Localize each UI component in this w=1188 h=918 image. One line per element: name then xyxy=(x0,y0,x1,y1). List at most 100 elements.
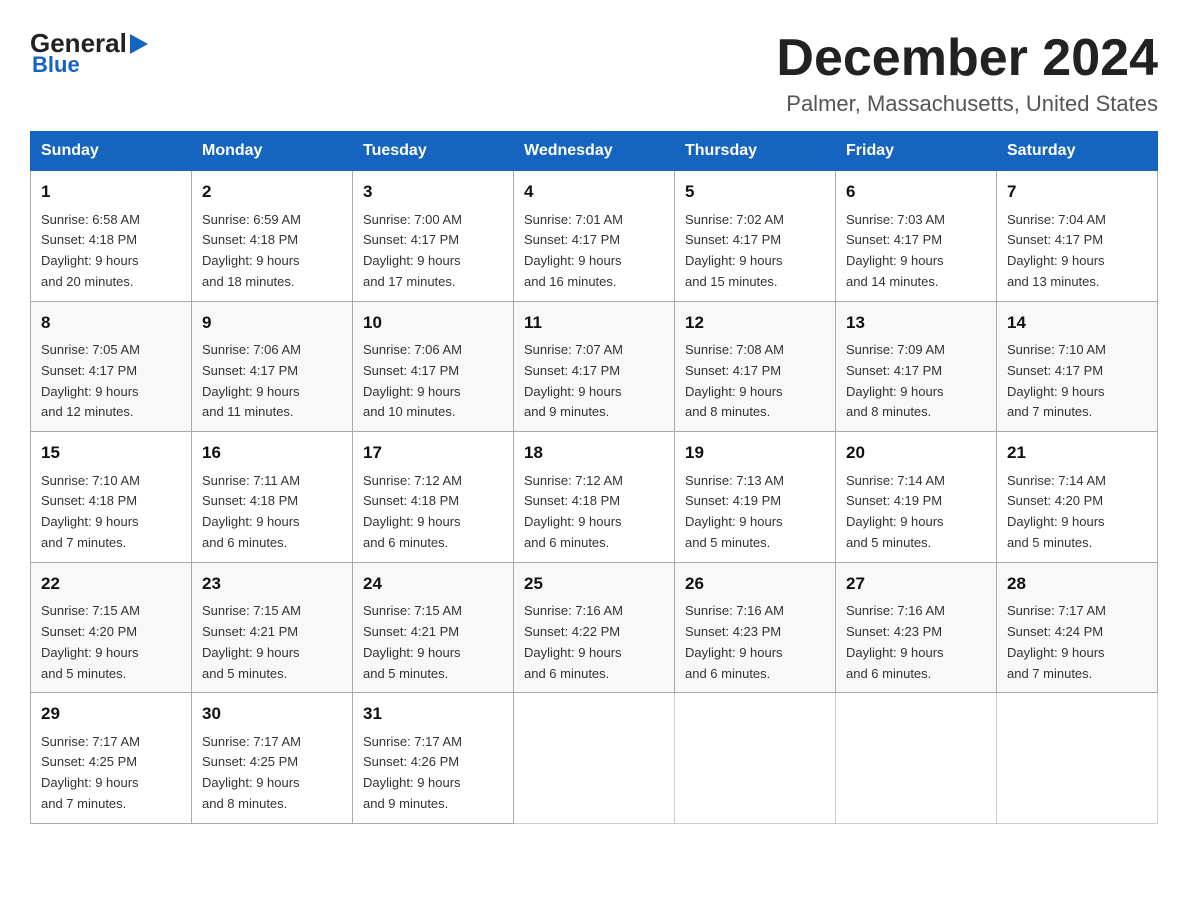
logo-blue-text: Blue xyxy=(32,52,80,78)
calendar-week-1: 1 Sunrise: 6:58 AMSunset: 4:18 PMDaylight… xyxy=(31,171,1158,302)
day-number: 21 xyxy=(1007,440,1147,466)
day-number: 6 xyxy=(846,179,986,205)
day-number: 13 xyxy=(846,310,986,336)
day-number: 19 xyxy=(685,440,825,466)
day-info: Sunrise: 7:14 AMSunset: 4:20 PMDaylight:… xyxy=(1007,471,1147,554)
day-number: 31 xyxy=(363,701,503,727)
day-number: 30 xyxy=(202,701,342,727)
day-info: Sunrise: 7:11 AMSunset: 4:18 PMDaylight:… xyxy=(202,471,342,554)
calendar-day-21: 21 Sunrise: 7:14 AMSunset: 4:20 PMDayligh… xyxy=(997,432,1158,563)
day-info: Sunrise: 7:10 AMSunset: 4:18 PMDaylight:… xyxy=(41,471,181,554)
calendar-day-17: 17Sunrise: 7:12 AMSunset: 4:18 PMDayligh… xyxy=(353,432,514,563)
calendar-day-24: 24Sunrise: 7:15 AMSunset: 4:21 PMDayligh… xyxy=(353,562,514,693)
calendar-day-6: 6 Sunrise: 7:03 AMSunset: 4:17 PMDaylight… xyxy=(836,171,997,302)
day-info: Sunrise: 7:14 AMSunset: 4:19 PMDaylight:… xyxy=(846,471,986,554)
day-info: Sunrise: 6:59 AMSunset: 4:18 PMDaylight:… xyxy=(202,210,342,293)
day-info: Sunrise: 7:10 AMSunset: 4:17 PMDaylight:… xyxy=(1007,340,1147,423)
day-number: 18 xyxy=(524,440,664,466)
header-day-monday: Monday xyxy=(192,132,353,171)
calendar-day-19: 19 Sunrise: 7:13 AMSunset: 4:19 PMDayligh… xyxy=(675,432,836,563)
day-info: Sunrise: 7:09 AMSunset: 4:17 PMDaylight:… xyxy=(846,340,986,423)
month-title: December 2024 xyxy=(776,30,1158,87)
header-day-saturday: Saturday xyxy=(997,132,1158,171)
empty-cell xyxy=(997,693,1158,824)
calendar-day-16: 16 Sunrise: 7:11 AMSunset: 4:18 PMDayligh… xyxy=(192,432,353,563)
header-day-tuesday: Tuesday xyxy=(353,132,514,171)
day-info: Sunrise: 7:17 AMSunset: 4:25 PMDaylight:… xyxy=(202,732,342,815)
calendar-day-10: 10Sunrise: 7:06 AMSunset: 4:17 PMDayligh… xyxy=(353,301,514,432)
day-info: Sunrise: 6:58 AMSunset: 4:18 PMDaylight:… xyxy=(41,210,181,293)
day-info: Sunrise: 7:04 AMSunset: 4:17 PMDaylight:… xyxy=(1007,210,1147,293)
header-day-friday: Friday xyxy=(836,132,997,171)
calendar-day-25: 25 Sunrise: 7:16 AMSunset: 4:22 PMDayligh… xyxy=(514,562,675,693)
day-info: Sunrise: 7:17 AMSunset: 4:26 PMDaylight:… xyxy=(363,732,503,815)
title-block: December 2024 Palmer, Massachusetts, Uni… xyxy=(776,30,1158,117)
header-row: General Blue December 2024 Palmer, Massa… xyxy=(30,30,1158,117)
day-info: Sunrise: 7:12 AMSunset: 4:18 PMDaylight:… xyxy=(524,471,664,554)
day-number: 3 xyxy=(363,179,503,205)
empty-cell xyxy=(514,693,675,824)
day-info: Sunrise: 7:07 AMSunset: 4:17 PMDaylight:… xyxy=(524,340,664,423)
day-info: Sunrise: 7:16 AMSunset: 4:22 PMDaylight:… xyxy=(524,601,664,684)
calendar-day-9: 9 Sunrise: 7:06 AMSunset: 4:17 PMDaylight… xyxy=(192,301,353,432)
day-info: Sunrise: 7:17 AMSunset: 4:24 PMDaylight:… xyxy=(1007,601,1147,684)
day-info: Sunrise: 7:13 AMSunset: 4:19 PMDaylight:… xyxy=(685,471,825,554)
calendar-day-23: 23Sunrise: 7:15 AMSunset: 4:21 PMDayligh… xyxy=(192,562,353,693)
day-number: 15 xyxy=(41,440,181,466)
calendar-day-11: 11 Sunrise: 7:07 AMSunset: 4:17 PMDayligh… xyxy=(514,301,675,432)
logo: General Blue xyxy=(30,30,148,78)
day-number: 8 xyxy=(41,310,181,336)
day-number: 2 xyxy=(202,179,342,205)
header-day-sunday: Sunday xyxy=(31,132,192,171)
day-number: 1 xyxy=(41,179,181,205)
day-info: Sunrise: 7:15 AMSunset: 4:20 PMDaylight:… xyxy=(41,601,181,684)
day-number: 25 xyxy=(524,571,664,597)
calendar-week-4: 22 Sunrise: 7:15 AMSunset: 4:20 PMDayligh… xyxy=(31,562,1158,693)
day-number: 22 xyxy=(41,571,181,597)
calendar-week-5: 29Sunrise: 7:17 AMSunset: 4:25 PMDayligh… xyxy=(31,693,1158,824)
day-info: Sunrise: 7:06 AMSunset: 4:17 PMDaylight:… xyxy=(202,340,342,423)
calendar-day-18: 18 Sunrise: 7:12 AMSunset: 4:18 PMDayligh… xyxy=(514,432,675,563)
day-number: 9 xyxy=(202,310,342,336)
calendar-day-2: 2 Sunrise: 6:59 AMSunset: 4:18 PMDaylight… xyxy=(192,171,353,302)
day-number: 11 xyxy=(524,310,664,336)
day-info: Sunrise: 7:17 AMSunset: 4:25 PMDaylight:… xyxy=(41,732,181,815)
day-info: Sunrise: 7:01 AMSunset: 4:17 PMDaylight:… xyxy=(524,210,664,293)
calendar-day-4: 4 Sunrise: 7:01 AMSunset: 4:17 PMDaylight… xyxy=(514,171,675,302)
day-info: Sunrise: 7:06 AMSunset: 4:17 PMDaylight:… xyxy=(363,340,503,423)
calendar-day-7: 7 Sunrise: 7:04 AMSunset: 4:17 PMDaylight… xyxy=(997,171,1158,302)
calendar-day-22: 22 Sunrise: 7:15 AMSunset: 4:20 PMDayligh… xyxy=(31,562,192,693)
calendar-day-20: 20 Sunrise: 7:14 AMSunset: 4:19 PMDayligh… xyxy=(836,432,997,563)
calendar-day-28: 28Sunrise: 7:17 AMSunset: 4:24 PMDayligh… xyxy=(997,562,1158,693)
calendar-day-5: 5 Sunrise: 7:02 AMSunset: 4:17 PMDaylight… xyxy=(675,171,836,302)
day-number: 20 xyxy=(846,440,986,466)
calendar-day-3: 3 Sunrise: 7:00 AMSunset: 4:17 PMDaylight… xyxy=(353,171,514,302)
calendar-day-26: 26Sunrise: 7:16 AMSunset: 4:23 PMDayligh… xyxy=(675,562,836,693)
logo-triangle-icon xyxy=(130,34,148,54)
day-info: Sunrise: 7:16 AMSunset: 4:23 PMDaylight:… xyxy=(846,601,986,684)
header-row-days: SundayMondayTuesdayWednesdayThursdayFrid… xyxy=(31,132,1158,171)
day-number: 14 xyxy=(1007,310,1147,336)
day-info: Sunrise: 7:08 AMSunset: 4:17 PMDaylight:… xyxy=(685,340,825,423)
calendar-day-29: 29Sunrise: 7:17 AMSunset: 4:25 PMDayligh… xyxy=(31,693,192,824)
day-info: Sunrise: 7:00 AMSunset: 4:17 PMDaylight:… xyxy=(363,210,503,293)
day-info: Sunrise: 7:03 AMSunset: 4:17 PMDaylight:… xyxy=(846,210,986,293)
day-number: 27 xyxy=(846,571,986,597)
page: General Blue December 2024 Palmer, Massa… xyxy=(0,0,1188,844)
calendar-day-27: 27 Sunrise: 7:16 AMSunset: 4:23 PMDayligh… xyxy=(836,562,997,693)
day-info: Sunrise: 7:02 AMSunset: 4:17 PMDaylight:… xyxy=(685,210,825,293)
day-number: 16 xyxy=(202,440,342,466)
day-number: 7 xyxy=(1007,179,1147,205)
calendar-day-30: 30 Sunrise: 7:17 AMSunset: 4:25 PMDayligh… xyxy=(192,693,353,824)
day-info: Sunrise: 7:16 AMSunset: 4:23 PMDaylight:… xyxy=(685,601,825,684)
header-day-thursday: Thursday xyxy=(675,132,836,171)
calendar-week-3: 15 Sunrise: 7:10 AMSunset: 4:18 PMDayligh… xyxy=(31,432,1158,563)
day-info: Sunrise: 7:12 AMSunset: 4:18 PMDaylight:… xyxy=(363,471,503,554)
day-number: 5 xyxy=(685,179,825,205)
day-number: 4 xyxy=(524,179,664,205)
calendar-day-8: 8Sunrise: 7:05 AMSunset: 4:17 PMDaylight… xyxy=(31,301,192,432)
calendar-table: SundayMondayTuesdayWednesdayThursdayFrid… xyxy=(30,131,1158,824)
header-day-wednesday: Wednesday xyxy=(514,132,675,171)
calendar-day-31: 31 Sunrise: 7:17 AMSunset: 4:26 PMDayligh… xyxy=(353,693,514,824)
calendar-day-14: 14 Sunrise: 7:10 AMSunset: 4:17 PMDayligh… xyxy=(997,301,1158,432)
